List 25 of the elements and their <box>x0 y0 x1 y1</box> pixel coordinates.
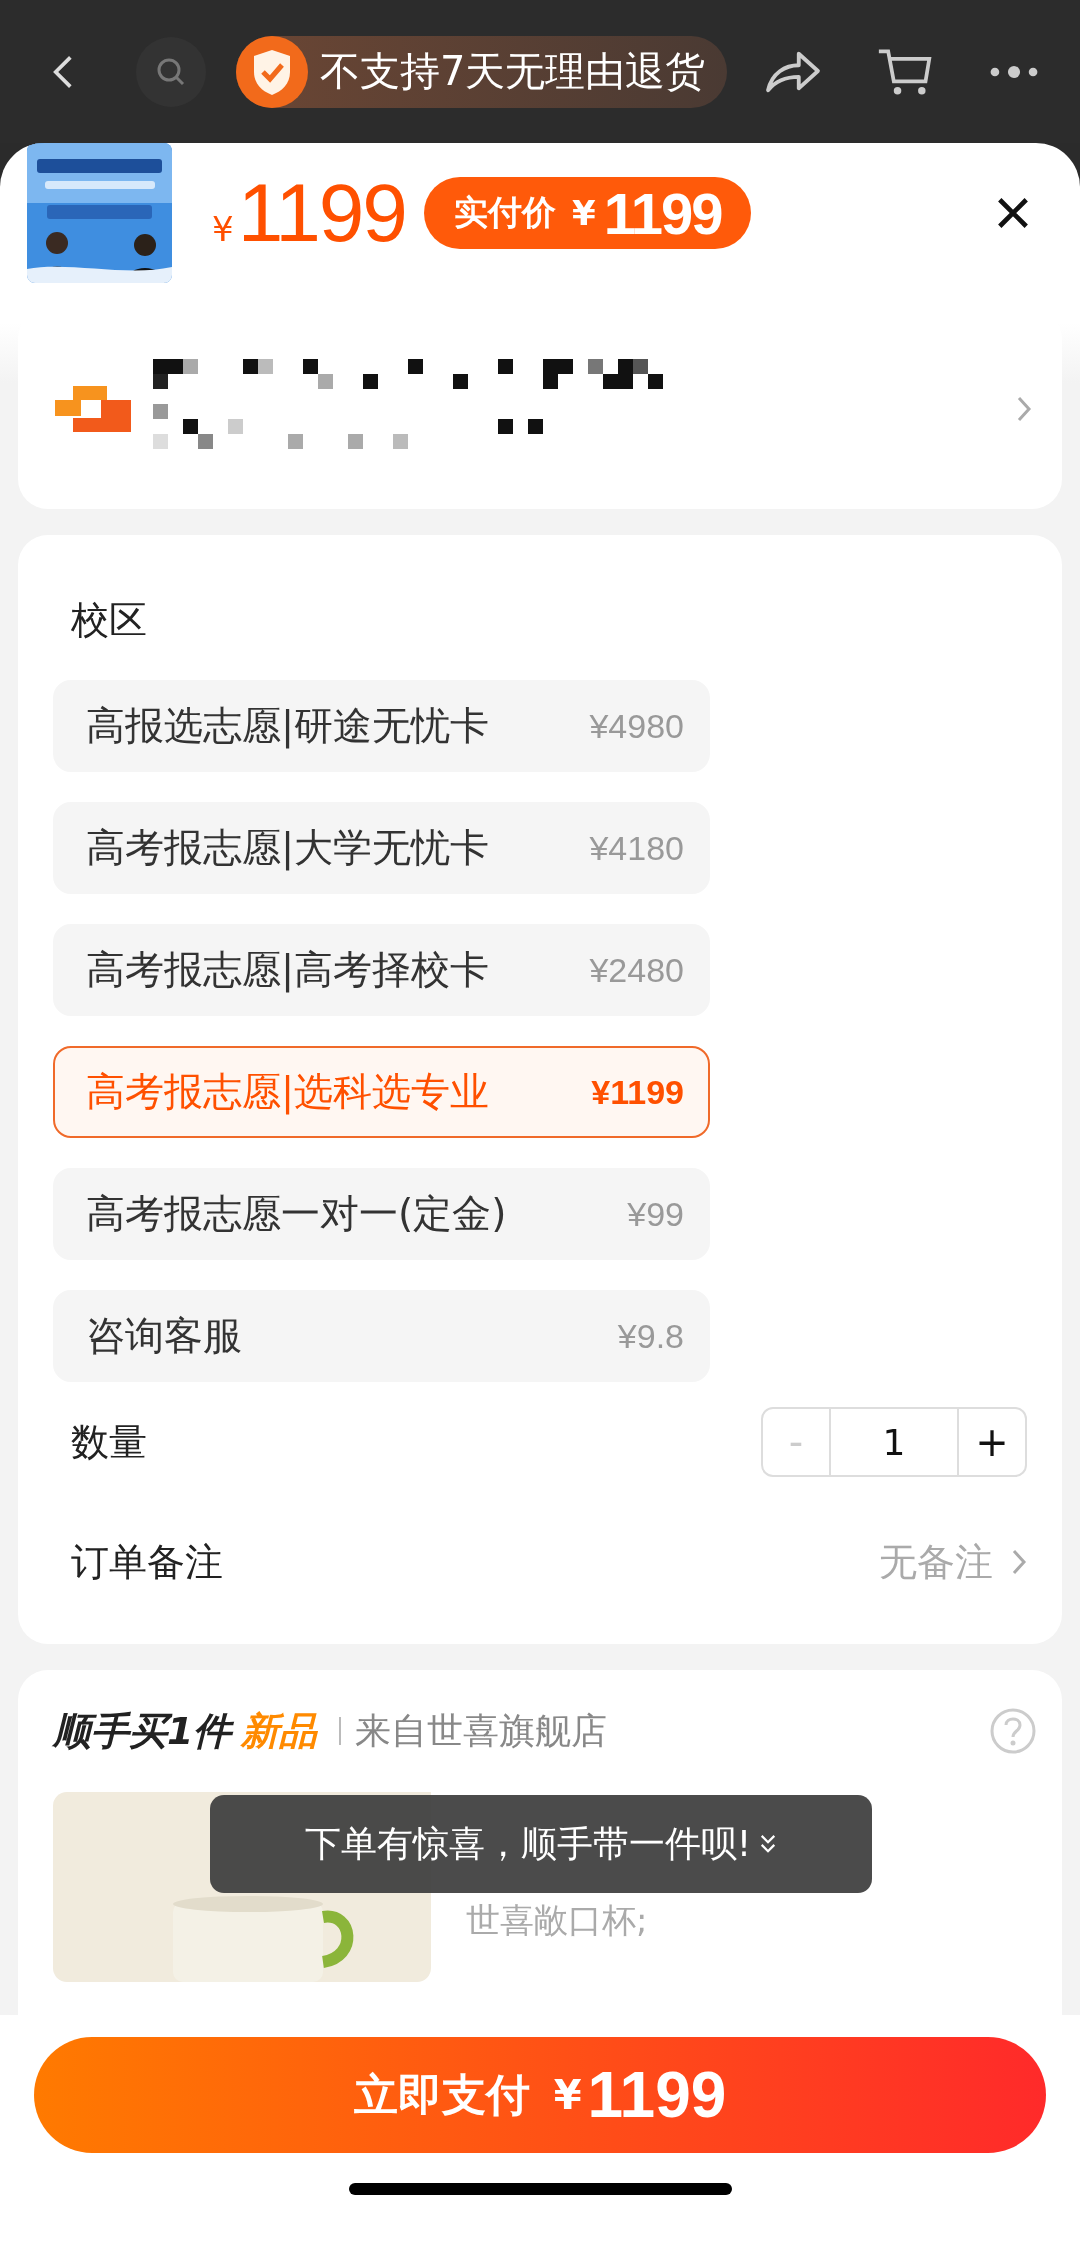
chevron-right-icon <box>1016 395 1032 423</box>
remark-label: 订单备注 <box>71 1538 223 1586</box>
store-name: 来自世喜旗舰店 <box>355 1708 608 1753</box>
quantity-label: 数量 <box>71 1418 147 1466</box>
location-logo-icon <box>55 386 131 432</box>
new-tag: 新品 <box>241 1705 318 1757</box>
plus-button[interactable]: + <box>959 1409 1025 1475</box>
quantity-field[interactable]: 1 <box>829 1409 959 1475</box>
option-chip[interactable]: 咨询客服 ¥9.8 <box>53 1290 710 1382</box>
option-chip[interactable]: 高考报志愿一对一(定金) ¥99 <box>53 1168 710 1260</box>
addon-title: 顺手买1件 <box>53 1707 232 1755</box>
toast-text: 下单有惊喜，顺手带一件呗! <box>304 1821 752 1866</box>
option-chip[interactable]: 高报选志愿|研途无忧卡 ¥4980 <box>53 680 710 772</box>
section-title: 校区 <box>71 597 148 644</box>
notice-text: 不支持7天无理由退货 <box>320 47 706 96</box>
price-text: ¥1199 <box>212 166 406 260</box>
option-chip[interactable]: 高考报志愿|高考择校卡 ¥2480 <box>53 924 710 1016</box>
paid-price-badge: 实付价 ¥1199 <box>424 177 752 249</box>
shield-check-icon <box>236 35 308 108</box>
search-icon <box>156 56 186 87</box>
option-chip[interactable]: 高考报志愿|大学无忧卡 ¥4180 <box>53 802 710 894</box>
product-subtitle: 世喜敞口杯; <box>466 1899 648 1942</box>
more-icon[interactable] <box>988 64 1040 79</box>
double-chevron-icon <box>759 1833 778 1855</box>
close-icon[interactable] <box>996 196 1030 230</box>
